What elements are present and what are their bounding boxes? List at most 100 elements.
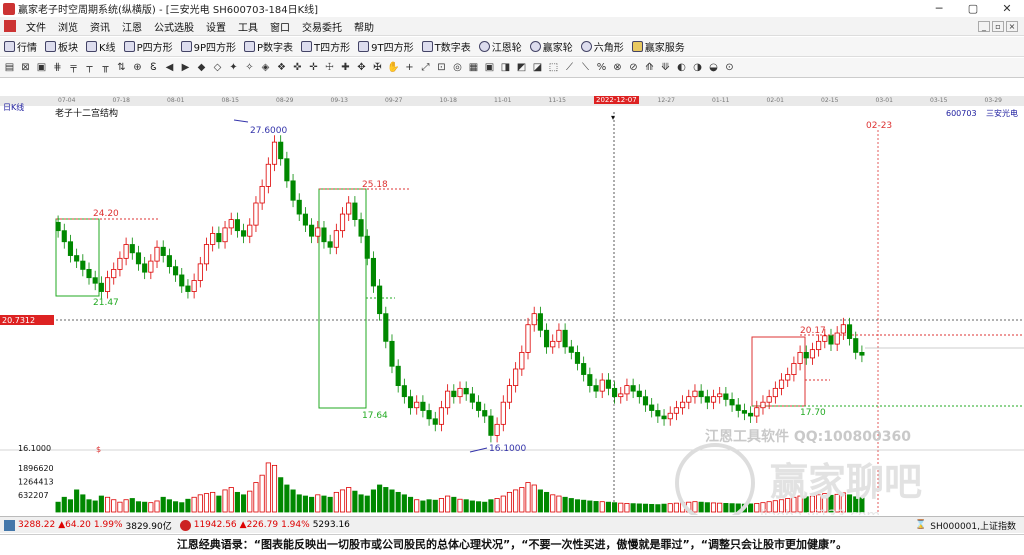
toolbar-hexagon[interactable]: 六角形	[577, 39, 628, 54]
drawing-tool-icon-2[interactable]: ▣	[35, 61, 48, 74]
candle-body	[426, 410, 432, 420]
drawing-tool-icon-36[interactable]: ⟍	[579, 61, 592, 74]
drawing-tool-icon-18[interactable]: ✜	[291, 61, 304, 74]
drawing-tool-icon-23[interactable]: ✠	[371, 61, 384, 74]
toolbar-t-table[interactable]: T数字表	[418, 39, 475, 54]
menu-trade[interactable]: 交易委托	[296, 19, 348, 34]
toolbar-quotes[interactable]: 行情	[0, 39, 41, 54]
menu-window[interactable]: 窗口	[264, 19, 296, 34]
drawing-tool-icon-26[interactable]: ⤢	[419, 61, 432, 74]
drawing-tool-icon-38[interactable]: ⊗	[611, 61, 624, 74]
volume-bar	[210, 491, 216, 513]
drawing-tool-icon-30[interactable]: ▣	[483, 61, 496, 74]
window-title: 赢家老子时空周期系统(纵横版) - [三安光电 SH600703-184日K线]	[18, 5, 319, 16]
toolbar-9p-square[interactable]: 9P四方形	[177, 39, 240, 54]
drawing-tool-icon-12[interactable]: ◆	[195, 61, 208, 74]
minimize-icon[interactable]: ─	[922, 0, 956, 17]
close-icon[interactable]: ✕	[990, 0, 1024, 17]
drawing-tool-icon-34[interactable]: ⬚	[547, 61, 560, 74]
toolbar-p-square[interactable]: P四方形	[120, 39, 177, 54]
toolbar-winner-wheel[interactable]: 赢家轮	[526, 39, 577, 54]
drawing-tool-icon-39[interactable]: ⊘	[627, 61, 640, 74]
toolbar-t-square[interactable]: T四方形	[297, 39, 354, 54]
status-right[interactable]: ⌛ SH000001,上证指数	[915, 519, 1024, 532]
candle-body	[822, 335, 828, 342]
drawing-tool-icon-7[interactable]: ⇅	[115, 61, 128, 74]
menu-help[interactable]: 帮助	[348, 19, 380, 34]
drawing-tool-icon-22[interactable]: ✥	[355, 61, 368, 74]
sz-index-block[interactable]: 11942.56 ▲226.79 1.94% 5293.16	[176, 519, 354, 531]
drawing-tool-icon-8[interactable]: ⊕	[131, 61, 144, 74]
candle-body	[142, 263, 148, 273]
drawing-tool-icon-25[interactable]: +	[403, 61, 416, 74]
drawing-tool-icon-15[interactable]: ✧	[243, 61, 256, 74]
drawing-tool-icon-24[interactable]: ✋	[387, 61, 400, 74]
candle-body	[296, 199, 302, 215]
menu-file[interactable]: 文件	[20, 19, 52, 34]
drawing-tool-icon-1[interactable]: ⊠	[19, 61, 32, 74]
drawing-tool-icon-35[interactable]: ⟋	[563, 61, 576, 74]
toolbar-service[interactable]: 赢家服务	[628, 39, 689, 54]
kline-chart[interactable]: 日K线 老子十二宫结构 600703 三安光电 20.7312 27.6000 2…	[0, 100, 1024, 515]
drawing-tool-icon-3[interactable]: ⋕	[51, 61, 64, 74]
toolbar-p-table[interactable]: P数字表	[240, 39, 297, 54]
candle-body	[364, 235, 370, 259]
drawing-tool-icon-27[interactable]: ⊡	[435, 61, 448, 74]
candle-body	[475, 401, 482, 411]
mdi-close-icon[interactable]: ×	[1006, 20, 1018, 32]
mdi-restore-icon[interactable]: ▫	[992, 20, 1004, 32]
drawing-tool-icon-37[interactable]: %	[595, 61, 608, 74]
drawing-tool-icon-13[interactable]: ◇	[211, 61, 224, 74]
candle-body	[605, 379, 611, 389]
menu-browse[interactable]: 浏览	[52, 19, 84, 34]
drawing-tool-icon-31[interactable]: ◨	[499, 61, 512, 74]
menu-settings[interactable]: 设置	[200, 19, 232, 34]
drawing-tool-icon-6[interactable]: ╥	[99, 61, 112, 74]
drawing-tool-icon-33[interactable]: ◪	[531, 61, 544, 74]
drawing-tool-icon-17[interactable]: ❖	[275, 61, 288, 74]
drawing-tool-icon-19[interactable]: ✛	[307, 61, 320, 74]
drawing-tool-icon-5[interactable]: ┬	[83, 61, 96, 74]
drawing-tool-icon-29[interactable]: ▦	[467, 61, 480, 74]
candle-body	[506, 385, 513, 403]
drawing-tool-icon-11[interactable]: ▶	[179, 61, 192, 74]
drawing-tool-icon-14[interactable]: ✦	[227, 61, 240, 74]
drawing-tool-icon-16[interactable]: ◈	[259, 61, 272, 74]
toolbar-kline[interactable]: K线	[82, 39, 120, 54]
maximize-icon[interactable]: ▢	[956, 0, 990, 17]
candle-body	[339, 213, 346, 232]
drawing-tool-icon-4[interactable]: ╤	[67, 61, 80, 74]
candle-body	[809, 349, 816, 359]
drawing-tool-icon-0[interactable]: ▤	[3, 61, 16, 74]
drawing-tool-icon-43[interactable]: ◑	[691, 61, 704, 74]
menu-gann[interactable]: 江恩	[116, 19, 148, 34]
candle-body	[840, 324, 846, 334]
drawing-tool-icon-32[interactable]: ◩	[515, 61, 528, 74]
drawing-tool-icon-20[interactable]: ☩	[323, 61, 336, 74]
toolbar-gann-wheel[interactable]: 江恩轮	[475, 39, 526, 54]
candle-body	[438, 407, 445, 425]
volume-bar	[407, 496, 414, 513]
volume-bar	[358, 494, 364, 513]
sh-index-block[interactable]: 3288.22 ▲64.20 1.99% 3829.90亿	[0, 519, 176, 532]
candle-body	[828, 335, 834, 345]
drawing-tool-icon-40[interactable]: ⟰	[643, 61, 656, 74]
volume-bar	[111, 499, 117, 513]
menu-info[interactable]: 资讯	[84, 19, 116, 34]
drawing-tool-icon-9[interactable]: Ꮛ	[147, 61, 160, 74]
volume-bar	[259, 474, 265, 513]
candle-body	[210, 233, 216, 245]
drawing-tool-icon-28[interactable]: ◎	[451, 61, 464, 74]
drawing-tool-icon-10[interactable]: ◀	[163, 61, 176, 74]
drawing-tool-icon-41[interactable]: ⟱	[659, 61, 672, 74]
drawing-tool-icon-44[interactable]: ◒	[707, 61, 720, 74]
volume-bar	[500, 495, 506, 513]
menu-tools[interactable]: 工具	[232, 19, 264, 34]
mdi-minimize-icon[interactable]: _	[978, 20, 990, 32]
menu-formula[interactable]: 公式选股	[148, 19, 200, 34]
toolbar-sectors[interactable]: 板块	[41, 39, 82, 54]
drawing-tool-icon-42[interactable]: ◐	[675, 61, 688, 74]
drawing-tool-icon-45[interactable]: ⊙	[723, 61, 736, 74]
toolbar-9t-square[interactable]: 9T四方形	[354, 39, 417, 54]
drawing-tool-icon-21[interactable]: ✚	[339, 61, 352, 74]
